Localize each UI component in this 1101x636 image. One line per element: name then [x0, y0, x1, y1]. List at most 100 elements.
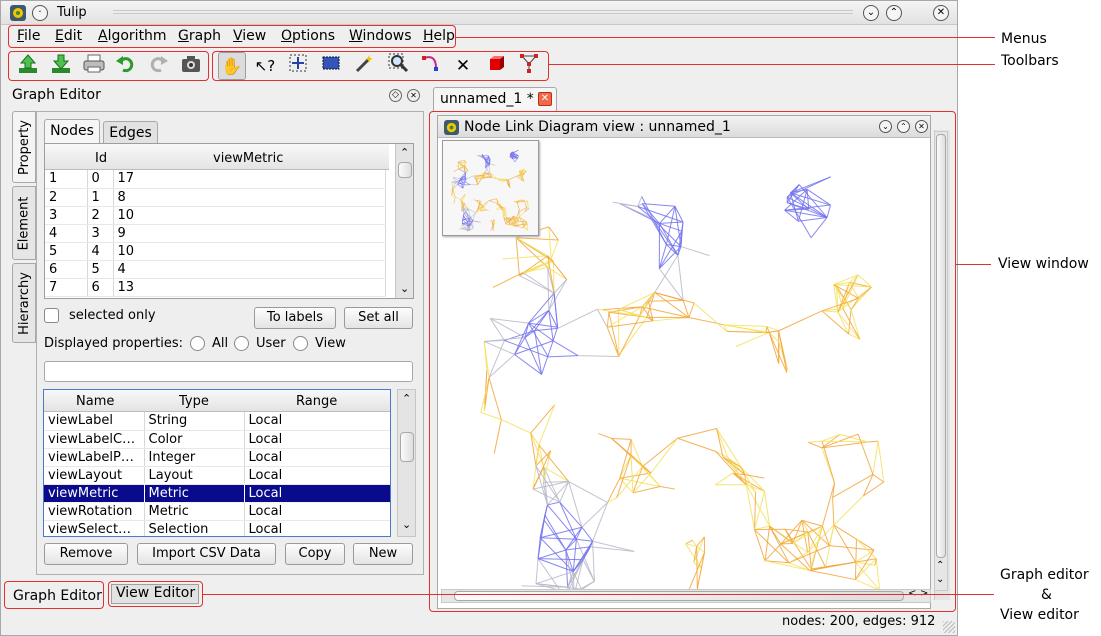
side-tab-property[interactable]: Property [12, 111, 36, 183]
property-table-scrollbar[interactable]: ⌃ ⌄ [397, 389, 416, 537]
graph-edge [872, 441, 879, 475]
resize-grip-icon[interactable] [943, 621, 955, 633]
graph-edge [504, 339, 549, 358]
magic-wand-icon[interactable] [350, 52, 378, 80]
node-metric[interactable]: 10 [113, 242, 386, 261]
view-maximize-button[interactable]: ⌃ [897, 120, 910, 133]
prop-type: Integer [144, 448, 245, 467]
prop-header-type[interactable]: Type [179, 394, 209, 409]
close-panel-icon[interactable]: ✕ [407, 89, 420, 102]
table-row[interactable]: viewLabel String Local [44, 412, 390, 431]
table-row[interactable]: 5 4 10 [45, 242, 386, 261]
table-row[interactable]: viewLabelP… Integer Local [44, 448, 390, 467]
import-icon[interactable] [14, 52, 42, 80]
tab-graph-editor[interactable]: Graph Editor [13, 588, 102, 604]
to-labels-button[interactable]: To labels [254, 307, 336, 329]
redo-icon[interactable] [144, 52, 172, 80]
node-metric[interactable]: 17 [113, 170, 386, 189]
node-header-viewmetric[interactable]: viewMetric [213, 151, 283, 166]
scroll-thumb[interactable] [936, 134, 946, 558]
pointer-help-icon[interactable]: ↖? [251, 52, 279, 80]
remove-button[interactable]: Remove [44, 543, 128, 565]
scroll-up-icon[interactable]: ⌃ [400, 146, 409, 159]
scroll-down-icon[interactable]: ⌄ [936, 574, 944, 585]
scroll-up-icon[interactable]: ⌃ [402, 392, 411, 405]
table-row[interactable]: 654 [45, 260, 386, 279]
select-rect-icon[interactable] [317, 52, 345, 80]
cube-icon[interactable] [482, 52, 510, 80]
table-row[interactable]: 439 [45, 224, 386, 243]
graph-edge [693, 302, 728, 332]
close-document-icon[interactable]: ✕ [538, 92, 552, 106]
radio-user[interactable] [234, 336, 249, 351]
graph-edge [596, 308, 608, 328]
table-row[interactable]: viewSelect… Selection Local [44, 520, 390, 536]
node-metric[interactable]: 8 [113, 188, 386, 207]
side-tab-hierarchy[interactable]: Hierarchy [12, 263, 36, 343]
graph-edit-icon[interactable] [515, 52, 543, 80]
graph-edge [806, 189, 810, 210]
camera-icon[interactable] [177, 52, 205, 80]
table-row[interactable]: viewLayout Layout Local [44, 466, 390, 485]
prop-header-name[interactable]: Name [76, 394, 114, 409]
node-header-id[interactable]: Id [95, 151, 107, 166]
graph-edge [500, 179, 507, 184]
selected-only-checkbox[interactable] [44, 308, 59, 323]
minimize-button[interactable]: ⌄ [863, 5, 879, 21]
scroll-thumb[interactable] [400, 432, 414, 462]
magnifier-icon[interactable] [384, 52, 412, 80]
scroll-up-icon[interactable]: ⌃ [936, 560, 944, 571]
table-row[interactable]: viewLabelC… Color Local [44, 430, 390, 449]
overview-minimap[interactable] [442, 140, 539, 236]
graph-edge [652, 218, 679, 256]
new-button[interactable]: New [353, 543, 413, 565]
prop-header-range[interactable]: Range [296, 394, 337, 409]
graph-edge [488, 198, 497, 201]
side-tab-element[interactable]: Element [12, 186, 36, 260]
graph-edge [464, 181, 471, 185]
node-metric[interactable]: 13 [113, 278, 386, 297]
scroll-thumb[interactable] [398, 162, 412, 178]
zoom-box-icon[interactable] [284, 52, 312, 80]
graph-edge [488, 340, 505, 378]
table-row[interactable]: 218 [45, 188, 386, 207]
node-metric[interactable]: 4 [113, 260, 386, 279]
radio-all[interactable] [190, 336, 205, 351]
scroll-down-icon[interactable]: ⌄ [402, 518, 411, 531]
scroll-down-icon[interactable]: ⌄ [400, 282, 409, 295]
radio-view[interactable] [293, 336, 308, 351]
import-csv-button[interactable]: Import CSV Data [137, 543, 276, 565]
view-minimize-button[interactable]: ⌄ [879, 120, 892, 133]
view-vscroll[interactable]: ⌃ ⌄ [934, 131, 948, 591]
node-metric[interactable]: 9 [113, 224, 386, 243]
table-row-selected[interactable]: viewMetric Metric Local [44, 483, 390, 503]
print-icon[interactable] [80, 52, 108, 80]
tab-edges[interactable]: Edges [103, 121, 158, 143]
view-close-button[interactable]: ✕ [915, 120, 928, 133]
float-panel-icon[interactable]: ◇ [389, 89, 402, 102]
tab-nodes[interactable]: Nodes [44, 119, 100, 143]
table-row[interactable]: viewRotation Metric Local [44, 502, 390, 521]
table-row[interactable]: 7 6 13 [45, 278, 386, 297]
node-table-scrollbar[interactable]: ⌃ ⌄ [395, 144, 413, 298]
view-hscroll[interactable]: < > [441, 588, 931, 603]
tab-view-editor[interactable]: View Editor [111, 584, 199, 604]
node-metric[interactable]: 10 [113, 206, 386, 225]
delete-icon[interactable]: ✕ [449, 52, 477, 80]
hand-icon[interactable]: ✋ [218, 52, 246, 80]
export-icon[interactable] [47, 52, 75, 80]
graph-edge [490, 318, 526, 338]
property-filter-input[interactable] [44, 361, 413, 382]
copy-button[interactable]: Copy [285, 543, 345, 565]
bend-edge-icon[interactable] [417, 52, 445, 80]
table-row[interactable]: 1 0 17 [45, 170, 386, 189]
graph-edge [568, 481, 608, 504]
undo-icon[interactable] [112, 52, 140, 80]
close-button[interactable]: ✕ [933, 5, 949, 21]
table-row[interactable]: 3 2 10 [45, 206, 386, 225]
window-menu-button[interactable]: · [32, 5, 48, 21]
graph-edge [688, 302, 695, 318]
set-all-button[interactable]: Set all [344, 307, 413, 329]
scroll-thumb[interactable] [454, 591, 904, 601]
maximize-button[interactable]: ⌃ [886, 5, 902, 21]
